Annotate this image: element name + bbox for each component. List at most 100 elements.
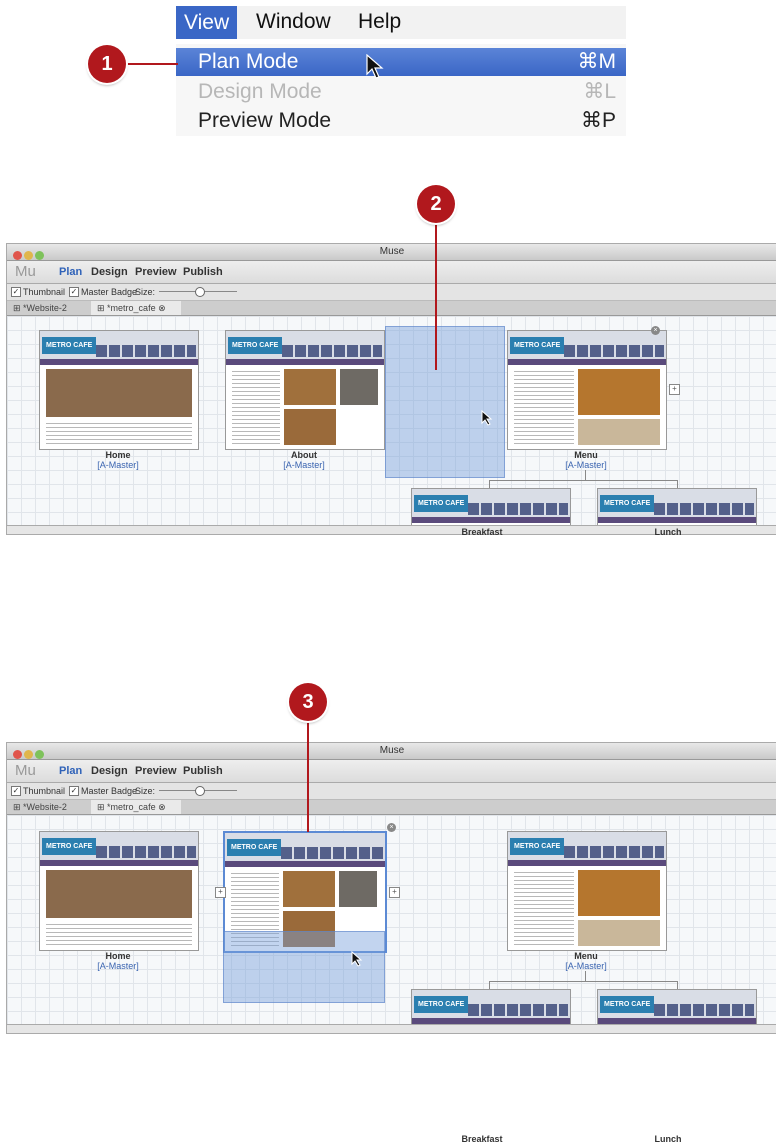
- thumb-brand: METRO CAFE: [227, 839, 282, 856]
- sitemap-icon: ⊞: [97, 802, 108, 812]
- doc-tab-metro-cafe[interactable]: ⊞ *metro_cafe ⊗: [91, 800, 181, 814]
- size-label: Size:: [135, 287, 156, 297]
- thumb-banner: [564, 345, 664, 357]
- tab-preview[interactable]: Preview: [135, 765, 177, 777]
- thumb-text: [46, 421, 192, 445]
- mode-toolbar: Mu Plan Design Preview Publish: [7, 760, 776, 783]
- close-tab-icon[interactable]: ⊗: [158, 303, 166, 313]
- thumb-photo: [46, 870, 192, 918]
- add-sibling-page-right-icon[interactable]: +: [389, 887, 400, 898]
- sitemap-icon: ⊞: [97, 303, 108, 313]
- window-title: Muse: [379, 745, 405, 756]
- master-badge-checkbox[interactable]: ✓ Master Badge: [69, 287, 137, 297]
- horizontal-scrollbar[interactable]: [7, 1024, 776, 1033]
- thumb-photo: [578, 920, 660, 946]
- delete-page-icon[interactable]: ×: [387, 823, 396, 832]
- page-name-breakfast: Breakfast: [461, 527, 503, 537]
- delete-page-icon[interactable]: ×: [651, 326, 660, 335]
- menu-view[interactable]: View: [176, 6, 238, 39]
- tab-plan[interactable]: Plan: [59, 765, 82, 777]
- menu-item-design-mode[interactable]: Design Mode ⌘L: [176, 78, 626, 106]
- master-badge-checkbox[interactable]: ✓ Master Badge: [69, 786, 137, 796]
- thumbnail-checkbox[interactable]: ✓ Thumbnail: [11, 287, 65, 297]
- tree-connector: [677, 480, 678, 488]
- tab-plan[interactable]: Plan: [59, 266, 82, 278]
- tab-publish[interactable]: Publish: [183, 266, 223, 278]
- tree-connector: [489, 480, 490, 488]
- thumb-nav: [412, 517, 570, 523]
- page-thumbnail-about[interactable]: METRO CAFE: [225, 330, 385, 450]
- tree-connector: [585, 470, 586, 480]
- doc-tab-website-2[interactable]: ⊞ *Website-2: [7, 800, 97, 814]
- menu-item-label: Plan Mode: [198, 50, 299, 73]
- callout-2: 2: [417, 185, 455, 223]
- thumb-brand: METRO CAFE: [414, 495, 469, 512]
- thumb-banner: [96, 345, 196, 357]
- master-badge-menu[interactable]: [A-Master]: [536, 961, 636, 971]
- doc-tab-metro-cafe[interactable]: ⊞ *metro_cafe ⊗: [91, 301, 181, 315]
- tab-design[interactable]: Design: [91, 266, 128, 278]
- tab-preview[interactable]: Preview: [135, 266, 177, 278]
- add-sibling-page-icon[interactable]: +: [669, 384, 680, 395]
- thumb-header: METRO CAFE: [508, 832, 666, 860]
- page-thumbnail-menu[interactable]: METRO CAFE: [507, 330, 667, 450]
- master-badge-menu[interactable]: [A-Master]: [536, 460, 636, 470]
- thumb-header: METRO CAFE: [412, 489, 570, 517]
- size-slider-knob[interactable]: [195, 786, 205, 796]
- tab-publish[interactable]: Publish: [183, 765, 223, 777]
- thumb-photo: [340, 369, 378, 405]
- checkbox-label: Master Badge: [81, 786, 138, 796]
- menu-window[interactable]: Window: [256, 10, 331, 34]
- thumb-photo: [284, 409, 336, 445]
- thumb-brand: METRO CAFE: [600, 996, 655, 1013]
- tree-connector: [585, 971, 586, 981]
- thumb-nav: [225, 861, 385, 867]
- page-name-lunch: Lunch: [654, 1134, 682, 1144]
- master-badge-home[interactable]: [A-Master]: [68, 961, 168, 971]
- thumb-photo: [578, 419, 660, 445]
- thumb-banner: [96, 846, 196, 858]
- menu-help[interactable]: Help: [358, 10, 401, 34]
- tab-design[interactable]: Design: [91, 765, 128, 777]
- master-badge-about[interactable]: [A-Master]: [254, 460, 354, 470]
- size-label: Size:: [135, 786, 156, 796]
- doc-tab-label: *Website-2: [23, 303, 67, 313]
- thumb-nav: [598, 517, 756, 523]
- site-plan-canvas[interactable]: METRO CAFE Home [A-Master] METRO CAFE × …: [7, 815, 776, 1033]
- checkmark-icon: ✓: [11, 786, 21, 796]
- add-sibling-page-left-icon[interactable]: +: [215, 887, 226, 898]
- callout-3: 3: [289, 683, 327, 721]
- close-tab-icon[interactable]: ⊗: [158, 802, 166, 812]
- page-thumbnail-home[interactable]: METRO CAFE: [39, 330, 199, 450]
- thumb-text: [46, 922, 192, 946]
- title-bar: Muse: [7, 244, 776, 261]
- title-bar: Muse: [7, 743, 776, 760]
- doc-tab-website-2[interactable]: ⊞ *Website-2: [7, 301, 97, 315]
- thumb-nav: [40, 860, 198, 866]
- size-slider-knob[interactable]: [195, 287, 205, 297]
- thumb-banner: [468, 1004, 568, 1016]
- menu-item-shortcut: ⌘L: [583, 80, 616, 103]
- muse-logo: Mu: [15, 263, 36, 280]
- thumb-photo: [578, 369, 660, 415]
- doc-tab-label: *Website-2: [23, 802, 67, 812]
- page-thumbnail-home[interactable]: METRO CAFE: [39, 831, 199, 951]
- page-name-home: Home: [105, 951, 131, 961]
- checkbox-label: Thumbnail: [23, 786, 66, 796]
- thumbnail-checkbox[interactable]: ✓ Thumbnail: [11, 786, 65, 796]
- thumb-banner: [564, 846, 664, 858]
- dragged-page-ghost: [385, 326, 505, 478]
- menu-item-plan-mode[interactable]: Plan Mode ⌘M: [176, 48, 626, 76]
- thumb-header: METRO CAFE: [40, 832, 198, 860]
- menu-item-preview-mode[interactable]: Preview Mode ⌘P: [176, 107, 626, 135]
- thumb-banner: [468, 503, 568, 515]
- master-badge-home[interactable]: [A-Master]: [68, 460, 168, 470]
- plan-options-bar: ✓ Thumbnail ✓ Master Badge Size:: [7, 284, 776, 301]
- page-thumbnail-menu[interactable]: METRO CAFE: [507, 831, 667, 951]
- thumb-header: METRO CAFE: [225, 833, 385, 861]
- doc-tab-label: *metro_cafe: [107, 802, 156, 812]
- menu-item-label: Design Mode: [198, 80, 322, 103]
- document-tabs: ⊞ *Website-2 ⊞ *metro_cafe ⊗: [7, 800, 776, 815]
- thumb-text: [514, 870, 574, 946]
- site-plan-canvas[interactable]: METRO CAFE Home [A-Master] METRO CAFE Ab…: [7, 316, 776, 534]
